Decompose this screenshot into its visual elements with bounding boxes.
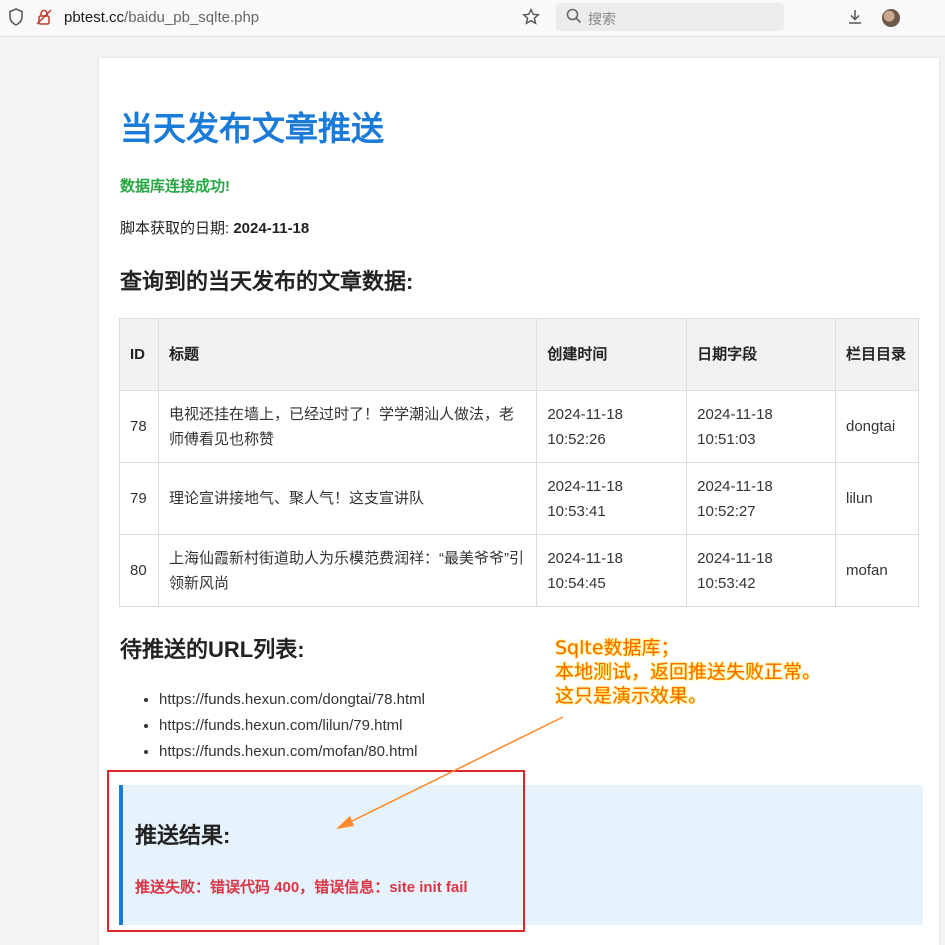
column-header-title: 标题 [157, 318, 538, 391]
annotation-line: 这只是演示效果。 [555, 685, 708, 707]
cell-created-time: 2024-11-18 10:54:45 [536, 534, 688, 607]
url-list: https://funds.hexun.com/dongtai/78.html … [139, 687, 425, 765]
cell-date-field: 2024-11-18 10:51:03 [686, 390, 836, 463]
insecure-lock-icon[interactable] [34, 8, 54, 28]
column-header-category: 栏目目录 [835, 318, 919, 391]
annotation-line: 本地测试，返回推送失败正常。 [555, 661, 822, 683]
search-placeholder: 搜索 [588, 11, 616, 27]
cell-id: 80 [119, 534, 159, 607]
urls-heading: 待推送的URL列表: [120, 637, 305, 662]
cell-title: 上海仙霞新村街道助人为乐模范费润祥：“最美爷爷”引领新风尚 [157, 534, 538, 607]
bookmark-star-icon[interactable] [521, 7, 541, 28]
annotation-line: Sqlte数据库； [555, 637, 680, 659]
annotation-note: Sqlte数据库； 本地测试，返回推送失败正常。 这只是演示效果。 [555, 636, 821, 708]
column-header-date-field: 日期字段 [686, 318, 836, 391]
cell-id: 79 [119, 462, 159, 535]
cell-category: lilun [835, 462, 919, 535]
date-value: 2024-11-18 [233, 220, 310, 237]
db-status-message: 数据库连接成功! [120, 178, 230, 195]
table-row: 78 电视还挂在墙上，已经过时了！学学潮汕人做法，老师傅看见也称赞 2024-1… [119, 390, 919, 463]
page-title: 当天发布文章推送 [120, 110, 384, 147]
url-path: /baidu_pb_sqlte.php [124, 9, 260, 26]
table-row: 79 理论宣讲接地气、聚人气！这支宣讲队 2024-11-18 10:53:41… [119, 462, 919, 535]
search-input[interactable]: 搜索 [556, 3, 784, 31]
column-header-id: ID [119, 318, 159, 391]
cell-title: 理论宣讲接地气、聚人气！这支宣讲队 [157, 462, 538, 535]
articles-table: ID 标题 创建时间 日期字段 栏目目录 78 电视还挂在墙上，已经过时了！学学… [119, 318, 919, 607]
list-item: https://funds.hexun.com/lilun/79.html [159, 713, 425, 739]
table-row: 80 上海仙霞新村街道助人为乐模范费润祥：“最美爷爷”引领新风尚 2024-11… [119, 534, 919, 607]
cell-category: mofan [835, 534, 919, 607]
cell-category: dongtai [835, 390, 919, 463]
list-item: https://funds.hexun.com/mofan/80.html [159, 739, 425, 765]
search-icon [566, 8, 582, 29]
browser-toolbar: pbtest.cc/baidu_pb_sqlte.php 搜索 [0, 0, 945, 37]
profile-avatar[interactable] [882, 9, 900, 27]
list-item: https://funds.hexun.com/dongtai/78.html [159, 687, 425, 713]
date-label: 脚本获取的日期: [120, 220, 234, 237]
cell-created-time: 2024-11-18 10:52:26 [536, 390, 688, 463]
address-bar[interactable]: pbtest.cc/baidu_pb_sqlte.php [64, 9, 259, 26]
download-icon[interactable] [845, 8, 865, 28]
shield-icon[interactable] [6, 8, 26, 28]
column-header-created-time: 创建时间 [536, 318, 688, 391]
script-date-line: 脚本获取的日期: 2024-11-18 [120, 217, 309, 238]
table-header-row: ID 标题 创建时间 日期字段 栏目目录 [119, 318, 919, 391]
cell-title: 电视还挂在墙上，已经过时了！学学潮汕人做法，老师傅看见也称赞 [157, 390, 538, 463]
cell-date-field: 2024-11-18 10:52:27 [686, 462, 836, 535]
cell-created-time: 2024-11-18 10:53:41 [536, 462, 688, 535]
cell-id: 78 [119, 390, 159, 463]
cell-date-field: 2024-11-18 10:53:42 [686, 534, 836, 607]
url-host: pbtest.cc [64, 9, 125, 26]
highlight-frame [107, 770, 525, 932]
articles-heading: 查询到的当天发布的文章数据: [120, 269, 414, 294]
